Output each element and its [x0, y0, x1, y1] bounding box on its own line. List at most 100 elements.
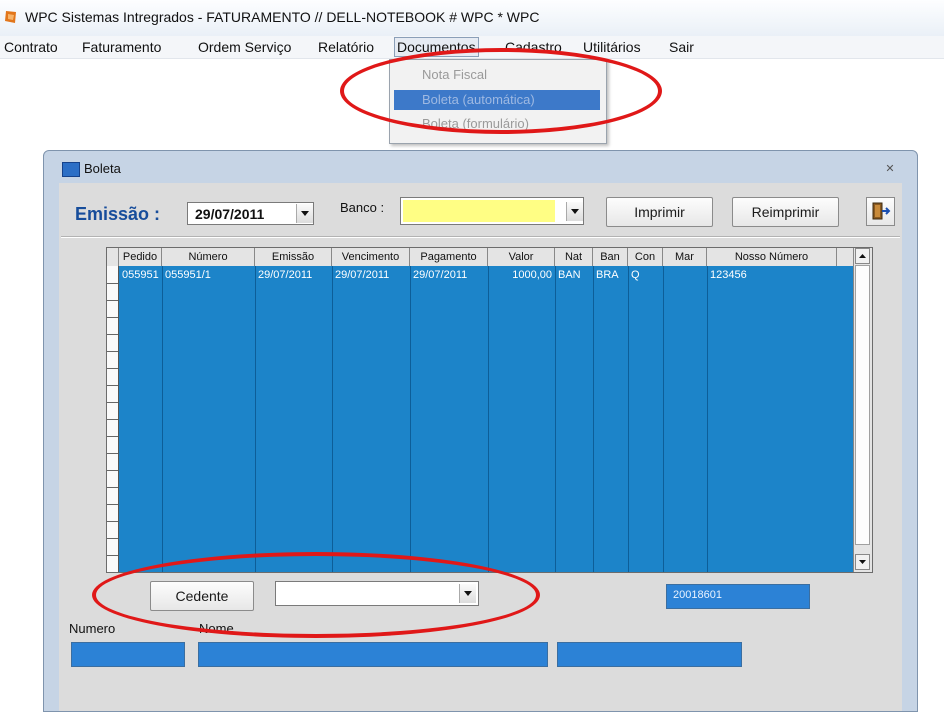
chevron-down-icon[interactable]	[566, 202, 583, 221]
window-title: WPC Sistemas Intregrados - FATURAMENTO /…	[25, 9, 540, 25]
menu-documentos[interactable]: Documentos	[394, 37, 479, 57]
cell-emissao: 29/07/2011	[258, 269, 313, 281]
grid-column-line	[332, 266, 333, 572]
numero-label: Numero	[69, 621, 116, 636]
menu-contrato[interactable]: Contrato	[4, 39, 58, 55]
boleta-window: Boleta ✕ Emissão : 29/07/2011 Banco : Im…	[43, 150, 918, 712]
menu-bar: Contrato Faturamento Ordem Serviço Relat…	[0, 36, 944, 59]
grid-vertical-scrollbar[interactable]	[853, 248, 872, 572]
cell-nat: BAN	[558, 269, 581, 281]
window-icon	[62, 162, 80, 177]
row-indicator-divider	[107, 283, 118, 284]
row-indicator-divider	[107, 419, 118, 420]
row-indicator-divider	[107, 317, 118, 318]
row-indicator-divider	[107, 334, 118, 335]
chevron-down-icon[interactable]	[459, 584, 476, 603]
boleta-grid[interactable]: Pedido Número Emissão Vencimento Pagamen…	[106, 247, 873, 573]
col-header-pedido[interactable]: Pedido	[119, 248, 162, 266]
window-client-area: Emissão : 29/07/2011 Banco : Imprimir Re…	[59, 183, 902, 711]
menu-cadastro[interactable]: Cadastro	[505, 39, 562, 55]
nome-label: Nome	[199, 621, 234, 636]
grid-column-line	[628, 266, 629, 572]
menu-item-boleta-formulario[interactable]: Boleta (formulário)	[394, 114, 600, 134]
app-icon	[5, 11, 16, 23]
row-indicator-divider	[107, 300, 118, 301]
imprimir-button[interactable]: Imprimir	[606, 197, 713, 227]
grid-corner	[107, 248, 119, 266]
boleta-window-title: Boleta	[84, 161, 121, 176]
grid-column-line	[255, 266, 256, 572]
grid-column-line	[488, 266, 489, 572]
cedente-select[interactable]	[275, 581, 479, 606]
grid-column-line	[555, 266, 556, 572]
cell-vencimento: 29/07/2011	[335, 269, 390, 281]
exit-door-icon	[872, 202, 891, 220]
nome-field[interactable]	[198, 642, 548, 667]
row-indicator-divider	[107, 351, 118, 352]
col-header-ban[interactable]: Ban	[593, 248, 628, 266]
cell-valor: 1000,00	[512, 269, 552, 281]
cedente-button[interactable]: Cedente	[150, 581, 254, 611]
emissao-date-picker[interactable]: 29/07/2011	[187, 202, 314, 225]
cell-con: Q	[631, 269, 640, 281]
row-indicator-divider	[107, 521, 118, 522]
cell-pagamento: 29/07/2011	[413, 269, 468, 281]
scroll-down-button[interactable]	[855, 554, 870, 570]
scrollbar-thumb[interactable]	[855, 265, 870, 545]
menu-item-boleta-automatica[interactable]: Boleta (automática)	[394, 90, 600, 110]
divider	[61, 236, 900, 238]
code-field[interactable]: 20018601	[666, 584, 810, 609]
banco-select[interactable]	[400, 197, 584, 225]
menu-faturamento[interactable]: Faturamento	[82, 39, 161, 55]
numero-field[interactable]	[71, 642, 185, 667]
col-header-vencimento[interactable]: Vencimento	[332, 248, 410, 266]
col-header-nosso-numero[interactable]: Nosso Número	[707, 248, 837, 266]
col-header-pagamento[interactable]: Pagamento	[410, 248, 488, 266]
row-indicator-divider	[107, 555, 118, 556]
col-header-con[interactable]: Con	[628, 248, 663, 266]
row-indicator-divider	[107, 402, 118, 403]
banco-value	[403, 200, 555, 222]
documentos-dropdown: Nota Fiscal Boleta (automática) Boleta (…	[389, 59, 607, 144]
row-indicator-divider	[107, 538, 118, 539]
grid-column-line	[707, 266, 708, 572]
col-header-numero[interactable]: Número	[162, 248, 255, 266]
col-header-valor[interactable]: Valor	[488, 248, 555, 266]
cell-numero: 055951/1	[165, 269, 211, 281]
cell-pedido: 055951	[122, 269, 159, 281]
col-header-nat[interactable]: Nat	[555, 248, 593, 266]
grid-column-line	[663, 266, 664, 572]
scroll-up-button[interactable]	[855, 248, 870, 264]
row-indicator-divider	[107, 436, 118, 437]
exit-button[interactable]	[866, 197, 895, 226]
banco-label: Banco :	[340, 200, 385, 215]
menu-utilitarios[interactable]: Utilitários	[583, 39, 641, 55]
col-header-emissao[interactable]: Emissão	[255, 248, 332, 266]
col-header-mar[interactable]: Mar	[663, 248, 707, 266]
cell-nosso-numero: 123456	[710, 269, 747, 281]
menu-sair[interactable]: Sair	[669, 39, 694, 55]
close-icon[interactable]: ✕	[879, 161, 901, 177]
title-bar: WPC Sistemas Intregrados - FATURAMENTO /…	[0, 0, 944, 36]
row-indicator-divider	[107, 368, 118, 369]
menu-relatorio[interactable]: Relatório	[318, 39, 374, 55]
menu-item-nota-fiscal[interactable]: Nota Fiscal	[394, 65, 600, 85]
extra-field[interactable]	[557, 642, 742, 667]
arrow-down-icon	[859, 560, 866, 564]
reimprimir-button[interactable]: Reimprimir	[732, 197, 839, 227]
menu-ordem-servico[interactable]: Ordem Serviço	[198, 39, 291, 55]
emissao-label: Emissão :	[75, 204, 161, 224]
grid-column-line	[593, 266, 594, 572]
cell-ban: BRA	[596, 269, 619, 281]
row-indicator-divider	[107, 385, 118, 386]
row-indicator-divider	[107, 470, 118, 471]
row-indicator-divider	[107, 453, 118, 454]
chevron-down-icon[interactable]	[296, 204, 313, 223]
grid-column-line	[410, 266, 411, 572]
code-value: 20018601	[673, 589, 722, 601]
row-indicator-column	[107, 266, 119, 572]
grid-header: Pedido Número Emissão Vencimento Pagamen…	[107, 248, 854, 266]
arrow-up-icon	[859, 254, 866, 258]
grid-column-line	[162, 266, 163, 572]
emissao-date-value: 29/07/2011	[195, 206, 265, 222]
